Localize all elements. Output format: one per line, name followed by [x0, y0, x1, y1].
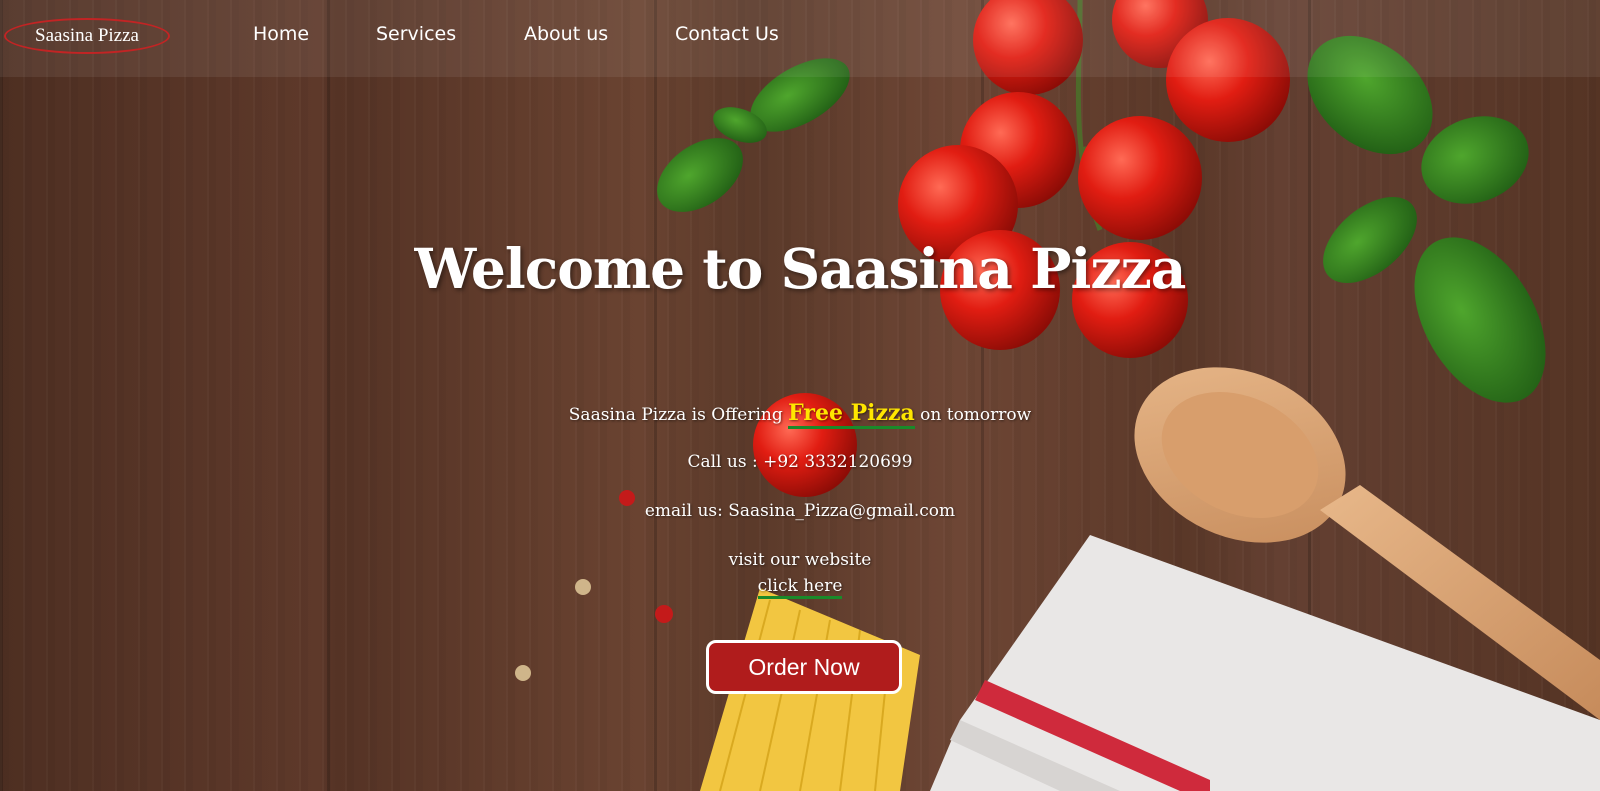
order-now-button[interactable]: Order Now	[706, 640, 902, 694]
phone-line: Call us : +92 3332120699	[687, 452, 913, 472]
nav-item-services[interactable]: Services	[376, 23, 456, 45]
visit-line: visit our website	[728, 550, 872, 570]
free-pizza-highlight: Free Pizza	[788, 400, 915, 429]
hero-title: Welcome to Saasina Pizza	[414, 236, 1187, 301]
offer-suffix: on tomorrow	[914, 405, 1032, 425]
click-here-link[interactable]: click here	[757, 576, 843, 599]
navbar: Saasina Pizza Home Services About us Con…	[0, 0, 1600, 77]
nav-item-home[interactable]: Home	[253, 23, 309, 45]
offer-prefix: Saasina Pizza is Offering	[568, 405, 789, 425]
kitchen-towel	[930, 535, 1600, 791]
site-logo[interactable]: Saasina Pizza	[4, 18, 170, 54]
offer-line: Saasina Pizza is Offering Free Pizza on …	[0, 400, 1600, 429]
website-link-line: click here	[0, 576, 1600, 599]
email-line: email us: Saasina_Pizza@gmail.com	[644, 501, 956, 521]
nav-item-about-us[interactable]: About us	[524, 23, 608, 45]
nav-item-contact-us[interactable]: Contact Us	[675, 23, 779, 45]
